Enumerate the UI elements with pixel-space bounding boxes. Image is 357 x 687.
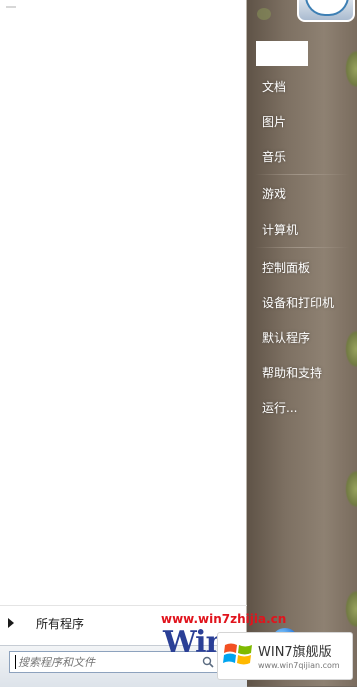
decorative-glow bbox=[257, 8, 271, 20]
watermark-badge-title: WIN7旗舰版 bbox=[258, 645, 332, 660]
places-item-control-panel[interactable]: 控制面板 bbox=[262, 259, 310, 276]
decorative-glow bbox=[345, 470, 357, 508]
places-item-games[interactable]: 游戏 bbox=[262, 185, 286, 202]
places-item-pictures[interactable]: 图片 bbox=[262, 113, 286, 130]
places-item-computer[interactable]: 计算机 bbox=[262, 221, 298, 238]
watermark-url: www.win7zhijia.cn bbox=[161, 612, 287, 626]
places-item-default-programs[interactable]: 默认程序 bbox=[262, 329, 310, 346]
decorative-glow bbox=[345, 50, 357, 88]
places-item-music[interactable]: 音乐 bbox=[262, 148, 286, 165]
divider bbox=[255, 174, 349, 175]
divider bbox=[255, 247, 349, 248]
user-picture-inner bbox=[305, 0, 349, 16]
pinned-item-stub bbox=[6, 6, 16, 8]
places-pane: 文档 图片 音乐 游戏 计算机 控制面板 设备和打印机 默认程序 帮助和支持 运… bbox=[247, 0, 357, 686]
windows-logo-icon bbox=[223, 643, 252, 665]
user-picture[interactable] bbox=[297, 0, 355, 22]
decorative-glow bbox=[345, 330, 357, 368]
text-caret bbox=[15, 655, 16, 669]
watermark-badge-url: www.win7qijian.com bbox=[258, 661, 340, 670]
places-item-documents[interactable]: 文档 bbox=[262, 78, 286, 95]
all-programs-label: 所有程序 bbox=[36, 616, 85, 631]
decorative-glow bbox=[345, 590, 357, 628]
places-item-help-support[interactable]: 帮助和支持 bbox=[262, 364, 322, 381]
user-name-item[interactable] bbox=[256, 41, 308, 66]
watermark-badge: WIN7旗舰版 www.win7qijian.com bbox=[217, 632, 353, 680]
programs-pane: 所有程序 bbox=[0, 0, 247, 687]
triangle-right-icon bbox=[8, 618, 14, 628]
places-item-devices-printers[interactable]: 设备和打印机 bbox=[262, 294, 334, 311]
places-item-run[interactable]: 运行... bbox=[262, 399, 297, 416]
